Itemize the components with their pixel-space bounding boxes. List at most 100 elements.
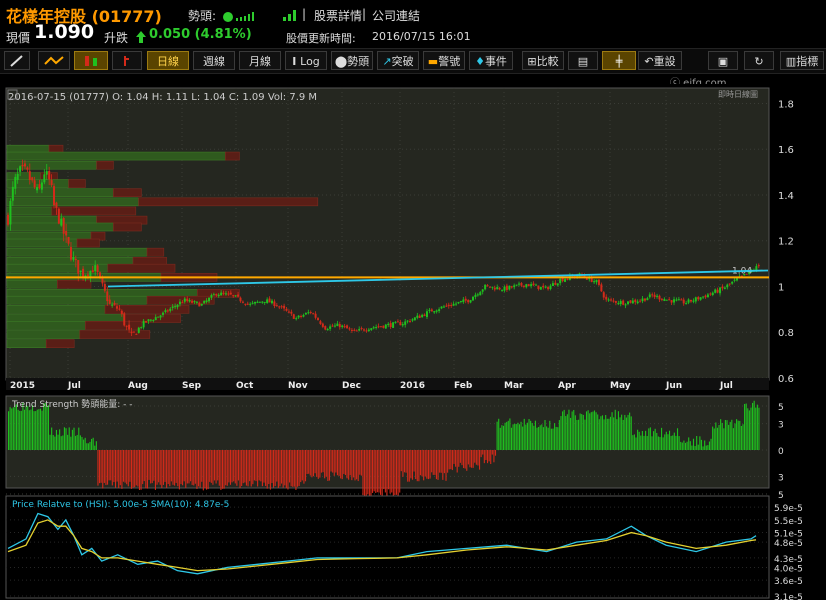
- trend-bar: [306, 450, 308, 475]
- candle-body: [302, 314, 305, 317]
- trend-bar: [247, 450, 249, 487]
- alert-button[interactable]: ▬警號: [423, 51, 465, 70]
- trend-bar: [403, 450, 406, 473]
- trend-bar: [185, 450, 187, 488]
- compare-button[interactable]: ⊞比較: [522, 51, 564, 70]
- candle-body: [176, 304, 179, 308]
- trend-bar: [182, 450, 184, 486]
- candle-body: [244, 303, 247, 305]
- weekly-button[interactable]: 週線: [193, 51, 235, 70]
- candle-body: [520, 282, 523, 286]
- candle-body: [353, 329, 356, 331]
- candle-body: [641, 298, 644, 302]
- note-button[interactable]: ▤: [568, 51, 598, 70]
- trend-button[interactable]: ⬤勢頭: [331, 51, 373, 70]
- trend-bar: [295, 450, 297, 490]
- trend-bar: [482, 450, 484, 455]
- ohlc-type-button[interactable]: [112, 51, 142, 70]
- candle-body: [379, 326, 382, 328]
- trend-bar: [229, 450, 232, 485]
- breakout-button[interactable]: ↗突破: [377, 51, 419, 70]
- candle-body: [556, 283, 559, 286]
- trend-button-label: 勢頭: [347, 55, 370, 68]
- trend-bar: [713, 428, 715, 450]
- draw-button[interactable]: [4, 51, 30, 70]
- trend-bar: [715, 422, 717, 450]
- trend-bar: [36, 409, 38, 450]
- event-button[interactable]: ♦事件: [469, 51, 513, 70]
- crosshair-icon: ╪: [615, 55, 623, 68]
- line-type-button[interactable]: [38, 51, 70, 70]
- candle-body: [140, 327, 143, 329]
- volume-profile-up: [6, 247, 148, 257]
- trend-bar: [324, 450, 326, 479]
- candle-body: [677, 299, 680, 301]
- trend-bar: [742, 424, 744, 450]
- candle-body: [28, 171, 31, 180]
- circle-icon: ⬤: [334, 55, 348, 68]
- crosshair-button[interactable]: ╪: [602, 51, 636, 70]
- candle-body: [118, 308, 121, 310]
- trend-bar: [745, 403, 747, 450]
- candle-body: [174, 306, 177, 308]
- trend-bar: [226, 450, 228, 486]
- candle-body: [285, 308, 288, 311]
- trend-bar: [410, 450, 412, 479]
- daily-button[interactable]: 日線: [147, 51, 189, 70]
- trend-bar: [140, 450, 142, 490]
- trend-bar: [538, 426, 540, 450]
- candle-body: [36, 187, 39, 191]
- trend-bar: [237, 450, 240, 481]
- undo-icon: ↶: [644, 55, 654, 68]
- company-link[interactable]: 公司連結: [372, 7, 420, 24]
- reset-button[interactable]: ↶重設: [638, 51, 682, 70]
- trend-bar: [231, 450, 233, 483]
- trend-bar: [421, 450, 423, 477]
- monthly-button[interactable]: 月線: [239, 51, 281, 70]
- candle-body: [198, 302, 201, 307]
- trend-bar: [186, 450, 188, 484]
- candle-body: [19, 166, 22, 172]
- header: 花樣年控股 (01777) 勢頭: | 股票詳情 | 公司連結 現價 1.090…: [0, 0, 826, 48]
- save-button[interactable]: ▣: [708, 51, 738, 70]
- chart-area: 1.04 1.81.61.41.210.80.6 2015 Jul Aug Sep Oc…: [0, 84, 826, 600]
- trend-bar: [359, 450, 361, 475]
- candle-body: [435, 310, 438, 312]
- volume-profile-down: [225, 151, 240, 161]
- candle-body: [96, 265, 99, 273]
- log-button[interactable]: I Log: [285, 51, 327, 70]
- trend-bar: [241, 450, 243, 486]
- candle-body: [329, 326, 332, 329]
- trend-bar: [399, 450, 401, 493]
- candle-body: [704, 295, 707, 298]
- trend-bar: [718, 424, 720, 450]
- trend-bar: [459, 450, 461, 463]
- trend-bar: [282, 450, 284, 488]
- candle-body: [120, 310, 123, 315]
- trend-bar: [124, 450, 126, 483]
- trend-bar: [394, 450, 396, 496]
- trend-bar: [533, 425, 535, 450]
- trend-bar: [349, 450, 351, 476]
- relative-y-tick: 3.6e-5: [774, 577, 803, 587]
- stock-detail-link[interactable]: 股票詳情: [314, 7, 362, 24]
- refresh-button[interactable]: ↻: [744, 51, 774, 70]
- trend-bar: [431, 450, 433, 473]
- trend-bar: [197, 450, 200, 487]
- x-tick-label: Apr: [558, 381, 576, 391]
- candle-body: [65, 231, 68, 236]
- trend-bar: [114, 450, 117, 488]
- trend-bar: [640, 435, 642, 450]
- trend-bar: [562, 411, 564, 450]
- candle-type-button[interactable]: [74, 51, 108, 70]
- trend-bar: [478, 450, 481, 470]
- trend-bar: [509, 418, 511, 450]
- pin-icon: ♦: [475, 55, 485, 68]
- trend-bar: [622, 419, 624, 450]
- indicator-button[interactable]: ▥指標: [780, 51, 824, 70]
- relative-y-tick: 4.0e-5: [774, 564, 803, 574]
- trend-title: Trend Strength 勢頭能量: - -: [11, 398, 133, 410]
- volume-profile-up: [6, 339, 47, 348]
- trend-bar: [81, 437, 83, 450]
- trend-bar: [587, 410, 589, 450]
